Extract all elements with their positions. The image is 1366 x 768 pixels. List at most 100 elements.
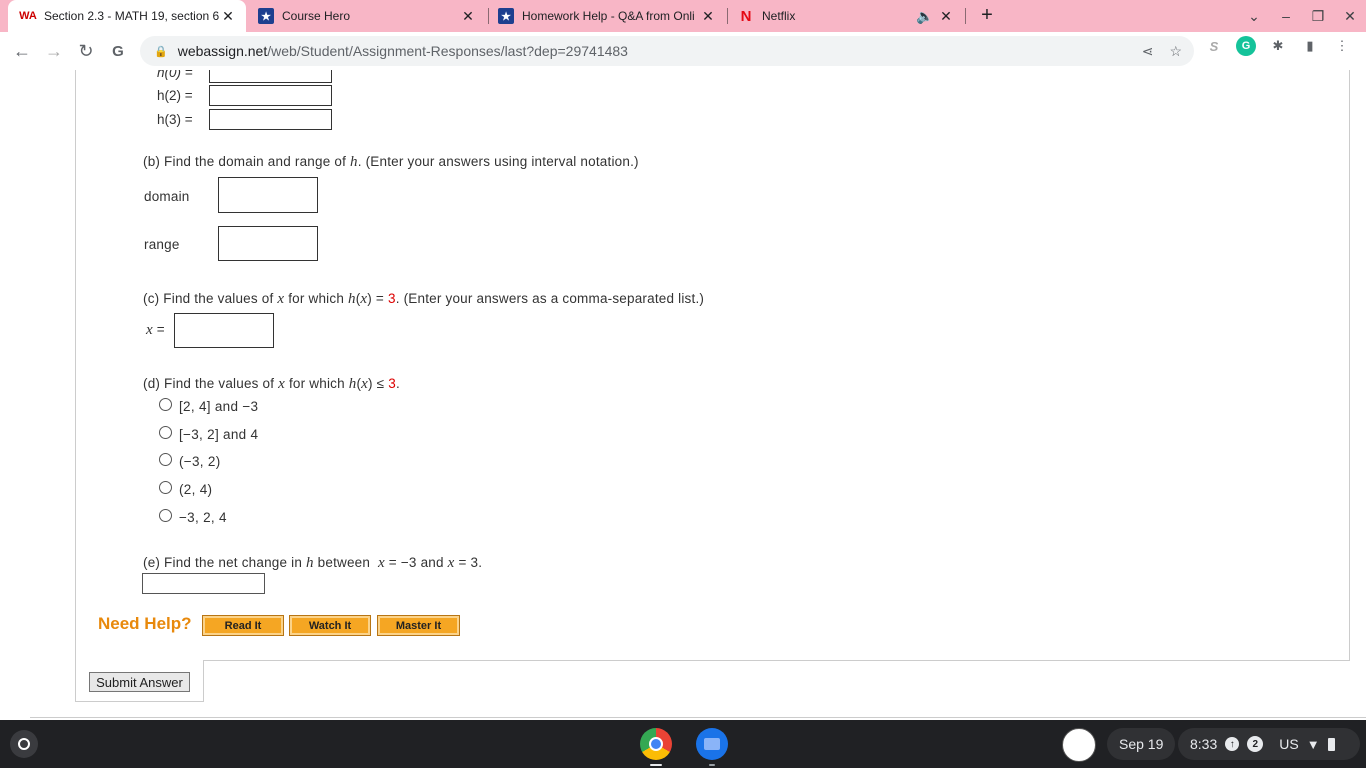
- status-tray[interactable]: 8:33 ↑ 2 US ▼: [1178, 728, 1360, 760]
- reload-icon[interactable]: ↻: [70, 35, 102, 67]
- watch-it-button[interactable]: Watch It: [289, 615, 371, 636]
- date-pill[interactable]: Sep 19: [1107, 728, 1176, 760]
- option-radio[interactable]: (−3, 2): [159, 453, 221, 469]
- option-label: −3, 2, 4: [179, 510, 227, 525]
- url-host: webassign.net: [177, 43, 268, 59]
- netflix-icon: N: [740, 7, 752, 25]
- share-icon[interactable]: ⋖: [1142, 43, 1154, 60]
- omnibox-actions: ⋖ ☆: [1142, 43, 1182, 60]
- close-icon[interactable]: ✕: [700, 8, 716, 25]
- h0-input[interactable]: [209, 70, 332, 83]
- tab-netflix[interactable]: N Netflix 🔈 ✕: [730, 0, 964, 32]
- master-it-button[interactable]: Master It: [377, 615, 460, 636]
- new-tab-button[interactable]: +: [976, 4, 998, 26]
- h-row-0: h(0) =: [157, 70, 332, 83]
- option-label: (−3, 2): [179, 454, 221, 469]
- puzzle-icon[interactable]: ✱: [1268, 36, 1288, 56]
- option-radio[interactable]: [−3, 2] and 4: [159, 426, 259, 442]
- part-c-suffix: . (Enter your answers as a comma-separat…: [395, 291, 705, 306]
- range-input[interactable]: [218, 226, 318, 261]
- notification-count: 2: [1247, 736, 1264, 752]
- part-e-eq2: = 3.: [454, 555, 483, 570]
- var-x: x: [361, 376, 369, 392]
- chrome-icon[interactable]: [640, 728, 672, 760]
- var-h: h: [349, 154, 358, 170]
- forward-icon[interactable]: →: [38, 35, 70, 67]
- range-label: range: [144, 237, 180, 252]
- tab-separator: [488, 8, 489, 24]
- restore-icon[interactable]: ❐: [1302, 8, 1334, 25]
- divider: [30, 717, 1366, 718]
- address-bar[interactable]: 🔒 webassign.net/web/Student/Assignment-R…: [140, 36, 1194, 66]
- submit-answer-button[interactable]: Submit Answer: [89, 672, 190, 692]
- back-icon[interactable]: ←: [6, 35, 38, 67]
- battery-icon: [1327, 737, 1335, 751]
- tab-course-hero[interactable]: ★ Course Hero ✕: [250, 0, 486, 32]
- os-shelf: Sep 19 8:33 ↑ 2 US ▼: [0, 720, 1366, 768]
- files-icon[interactable]: [696, 728, 728, 760]
- side-panel-icon[interactable]: ▮: [1300, 36, 1320, 56]
- var-x: x: [447, 555, 455, 571]
- close-icon[interactable]: ✕: [460, 8, 476, 25]
- domain-input[interactable]: [218, 177, 318, 213]
- tab-homework-help[interactable]: ★ Homework Help - Q&A from Onli ✕: [490, 0, 726, 32]
- radio-button[interactable]: [159, 481, 172, 494]
- var-h: h: [348, 291, 356, 307]
- part-d-prefix: (d) Find the values of: [143, 376, 279, 391]
- extension-s-icon[interactable]: S: [1204, 36, 1224, 56]
- grammarly-icon[interactable]: G: [1236, 36, 1256, 56]
- part-e-prompt: (e) Find the net change in h between x =…: [143, 555, 482, 572]
- x-equals-label: x =: [146, 322, 165, 339]
- option-radio[interactable]: (2, 4): [159, 481, 212, 497]
- target-value: 3: [387, 291, 396, 306]
- close-icon[interactable]: ✕: [220, 8, 236, 25]
- time-text: 8:33: [1190, 736, 1218, 752]
- option-label: [−3, 2] and 4: [179, 427, 259, 442]
- course-hero-icon: ★: [258, 8, 274, 24]
- close-window-icon[interactable]: ✕: [1334, 8, 1366, 25]
- option-radio[interactable]: −3, 2, 4: [159, 509, 227, 525]
- bookmark-star-icon[interactable]: ☆: [1169, 43, 1182, 60]
- close-icon[interactable]: ✕: [938, 8, 954, 25]
- wifi-icon: ▼: [1306, 736, 1320, 752]
- lock-icon[interactable]: 🔒: [154, 45, 168, 58]
- google-icon[interactable]: G: [102, 35, 134, 67]
- var-x: x: [278, 376, 286, 392]
- minimize-icon[interactable]: ‒: [1270, 8, 1302, 24]
- radio-button[interactable]: [159, 398, 172, 411]
- radio-button[interactable]: [159, 509, 172, 522]
- tab-webassign[interactable]: WA Section 2.3 - MATH 19, section 6 ✕: [8, 0, 246, 32]
- read-it-button[interactable]: Read It: [202, 615, 284, 636]
- window-controls: ⌄ ‒ ❐ ✕: [1238, 0, 1366, 32]
- part-d-prompt: (d) Find the values of x for which h(x) …: [143, 376, 400, 392]
- browser-toolbar: ← → ↻ G 🔒 webassign.net/web/Student/Assi…: [0, 32, 1366, 70]
- h-label: h(2) =: [157, 88, 193, 103]
- radio-button[interactable]: [159, 426, 172, 439]
- tab-separator: [727, 8, 728, 24]
- leq: ≤: [372, 376, 389, 391]
- part-c-prefix: (c) Find the values of: [143, 291, 278, 306]
- radio-button[interactable]: [159, 453, 172, 466]
- date-text: Sep 19: [1119, 736, 1164, 752]
- upload-icon: ↑: [1225, 737, 1240, 751]
- h2-input[interactable]: [209, 85, 332, 106]
- var-h: h: [348, 376, 357, 392]
- speaker-muted-icon[interactable]: 🔈: [916, 8, 933, 25]
- option-radio[interactable]: [2, 4] and −3: [159, 398, 258, 414]
- tab-search-icon[interactable]: ⌄: [1238, 8, 1270, 25]
- part-c-mid: for which: [284, 291, 348, 306]
- need-help-label: Need Help?: [98, 614, 192, 633]
- tab-separator: [965, 8, 966, 24]
- launcher-icon[interactable]: [10, 730, 38, 758]
- menu-icon[interactable]: ⋮: [1332, 36, 1352, 56]
- running-indicator: [650, 764, 662, 766]
- h-label: h(0) =: [157, 70, 193, 80]
- net-change-input[interactable]: [142, 573, 265, 594]
- var-h: h: [306, 555, 314, 571]
- page-content: h(0) = h(2) = h(3) = (b) Find the domain…: [0, 70, 1366, 720]
- x-values-input[interactable]: [174, 313, 274, 348]
- var-x: x: [378, 555, 385, 571]
- h3-input[interactable]: [209, 109, 332, 130]
- avatar[interactable]: [1062, 728, 1096, 762]
- part-d-mid: for which: [285, 376, 349, 391]
